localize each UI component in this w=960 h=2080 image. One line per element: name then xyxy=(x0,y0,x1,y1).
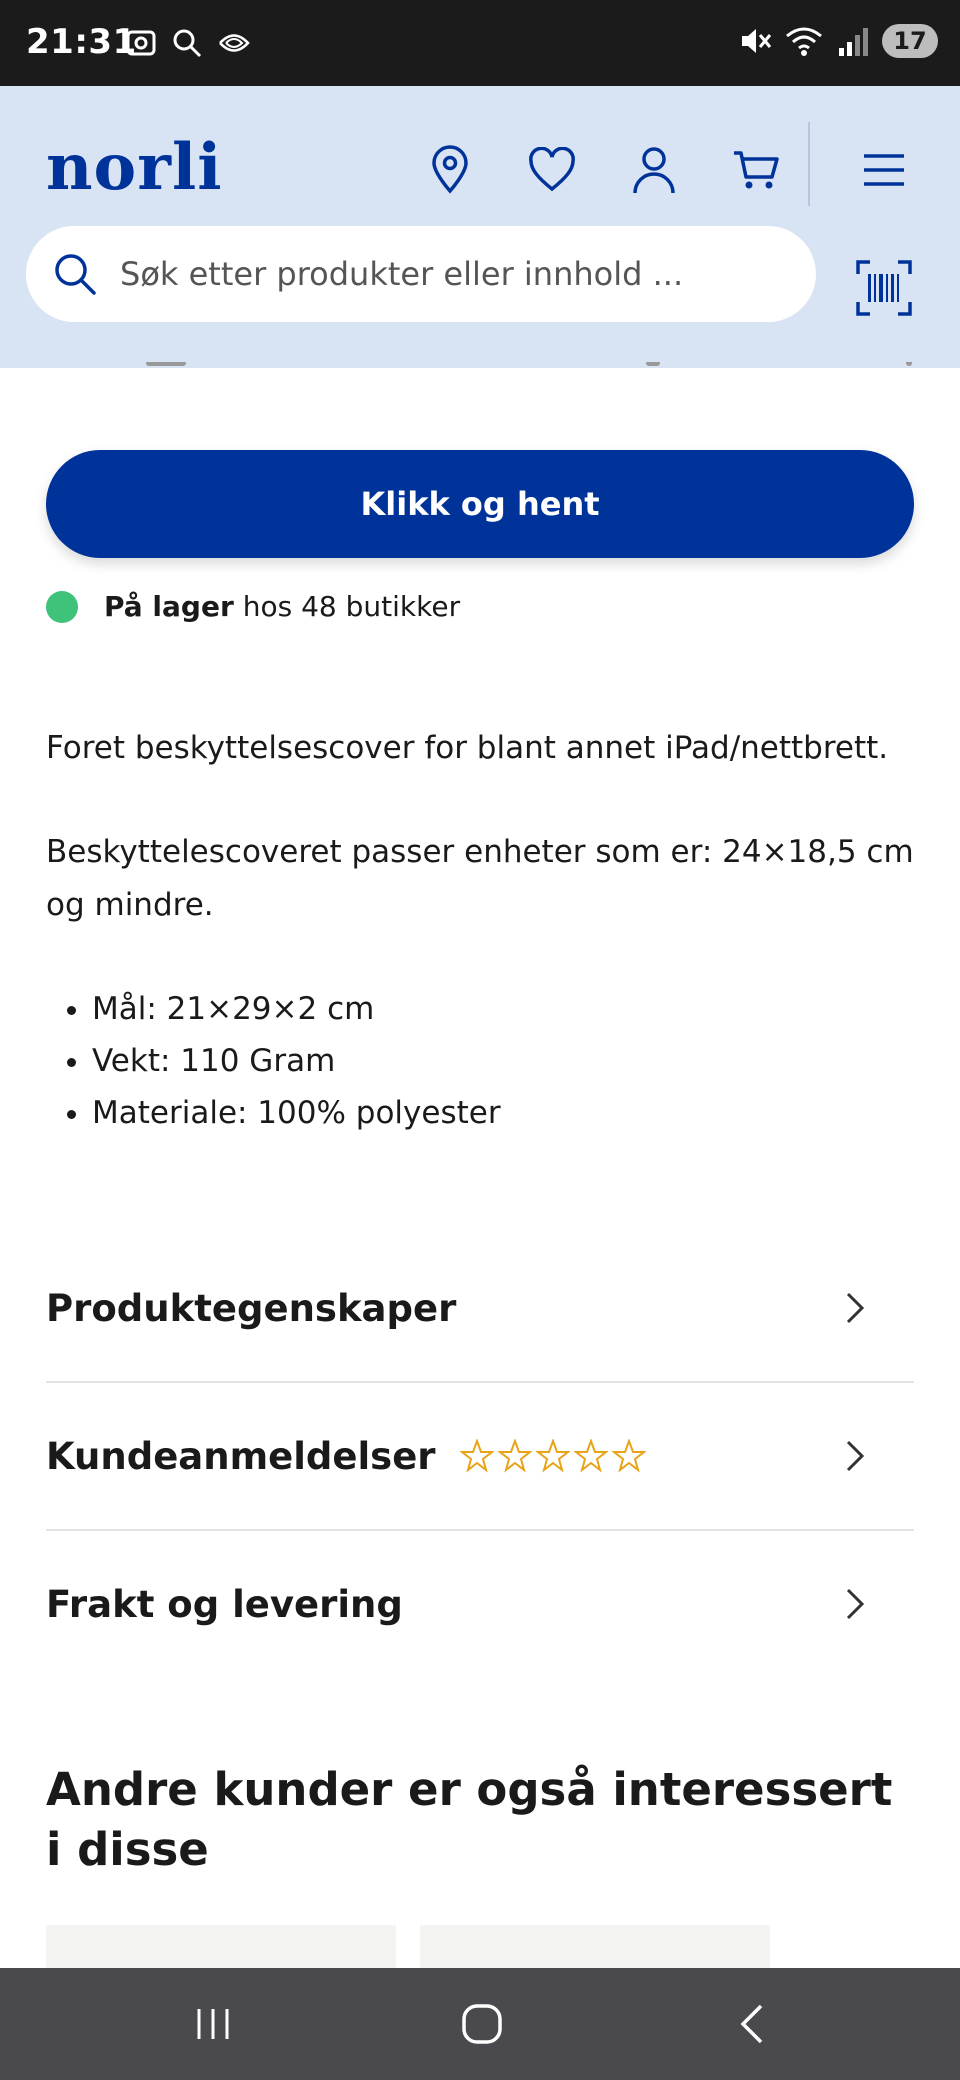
scrolled-text-remnant xyxy=(46,362,916,374)
menu-icon xyxy=(864,154,904,186)
product-description: Foret beskyttelsescover for blant annet … xyxy=(46,722,916,1139)
barcode-scan-icon xyxy=(856,260,912,316)
heart-icon xyxy=(529,147,575,192)
accordion-label: Produktegenskaper xyxy=(46,1286,457,1330)
star-icon xyxy=(573,1439,608,1473)
description-paragraph: Foret beskyttelsescover for blant annet … xyxy=(46,730,889,766)
recent-apps-icon xyxy=(197,2009,229,2039)
system-nav-bar xyxy=(0,1968,960,2080)
accordion-label: Frakt og levering xyxy=(46,1582,403,1626)
location-icon xyxy=(432,145,468,194)
home-button[interactable] xyxy=(452,1996,512,2052)
product-info-accordion: Produktegenskaper Kundeanmeldelser Frakt… xyxy=(46,1235,914,1677)
spec-list: Mål: 21×29×2 cm Vekt: 110 Gram Materiale… xyxy=(46,983,916,1139)
store-locator-button[interactable] xyxy=(420,140,480,200)
cart-button[interactable] xyxy=(726,140,786,200)
mute-icon xyxy=(742,29,772,53)
back-icon xyxy=(740,2004,763,2044)
wishlist-button[interactable] xyxy=(522,140,582,200)
status-time: 21:31 xyxy=(26,22,137,62)
chevron-right-icon xyxy=(846,1588,865,1620)
star-icon xyxy=(459,1439,494,1473)
signal-icon xyxy=(839,28,868,56)
accordion-customer-reviews[interactable]: Kundeanmeldelser xyxy=(46,1383,914,1531)
stock-store-count: hos 48 butikker xyxy=(242,590,461,623)
account-button[interactable] xyxy=(624,140,684,200)
status-left-icons xyxy=(124,26,252,60)
spec-item: Vekt: 110 Gram xyxy=(92,1035,916,1087)
fingerprint-icon xyxy=(219,34,250,52)
header-divider xyxy=(808,122,810,206)
accordion-label: Kundeanmeldelser xyxy=(46,1434,436,1478)
stock-status: På lager hos 48 butikker xyxy=(46,590,460,623)
stock-status-label: På lager xyxy=(104,590,234,623)
wifi-icon xyxy=(786,27,822,56)
search-input[interactable] xyxy=(118,254,782,294)
norli-logo[interactable]: norli xyxy=(46,130,223,205)
search-icon xyxy=(55,254,96,295)
user-icon xyxy=(633,147,675,194)
accordion-product-properties[interactable]: Produktegenskaper xyxy=(46,1235,914,1383)
accordion-shipping-delivery[interactable]: Frakt og levering xyxy=(46,1531,914,1677)
recent-apps-button[interactable] xyxy=(183,1996,243,2052)
menu-button[interactable] xyxy=(854,140,914,200)
status-bar: 21:31 17 xyxy=(0,0,960,86)
chevron-right-icon xyxy=(846,1292,865,1324)
in-stock-indicator xyxy=(46,590,78,623)
star-icon xyxy=(535,1439,570,1473)
barcode-scan-button[interactable] xyxy=(856,260,912,316)
star-icon xyxy=(497,1439,532,1473)
back-button[interactable] xyxy=(722,1996,782,2052)
recommendations-title: Andre kunder er også interessert i disse xyxy=(46,1763,893,1876)
rating-stars xyxy=(459,1439,646,1473)
spec-item: Mål: 21×29×2 cm xyxy=(92,983,916,1035)
battery-indicator: 17 xyxy=(882,24,938,58)
cart-icon xyxy=(734,151,779,189)
chevron-right-icon xyxy=(846,1440,865,1472)
spec-item: Materiale: 100% polyester xyxy=(92,1087,916,1139)
screenshot-icon xyxy=(126,30,156,56)
home-icon xyxy=(462,2004,502,2044)
site-header: norli xyxy=(0,86,960,368)
search-bar[interactable] xyxy=(26,226,816,322)
star-icon xyxy=(611,1439,646,1473)
description-paragraph: Beskyttelescoveret passer enheter som er… xyxy=(46,834,914,923)
click-and-collect-button[interactable]: Klikk og hent xyxy=(46,450,914,558)
search-status-icon xyxy=(173,29,202,58)
status-right-icons: 17 xyxy=(738,24,938,58)
